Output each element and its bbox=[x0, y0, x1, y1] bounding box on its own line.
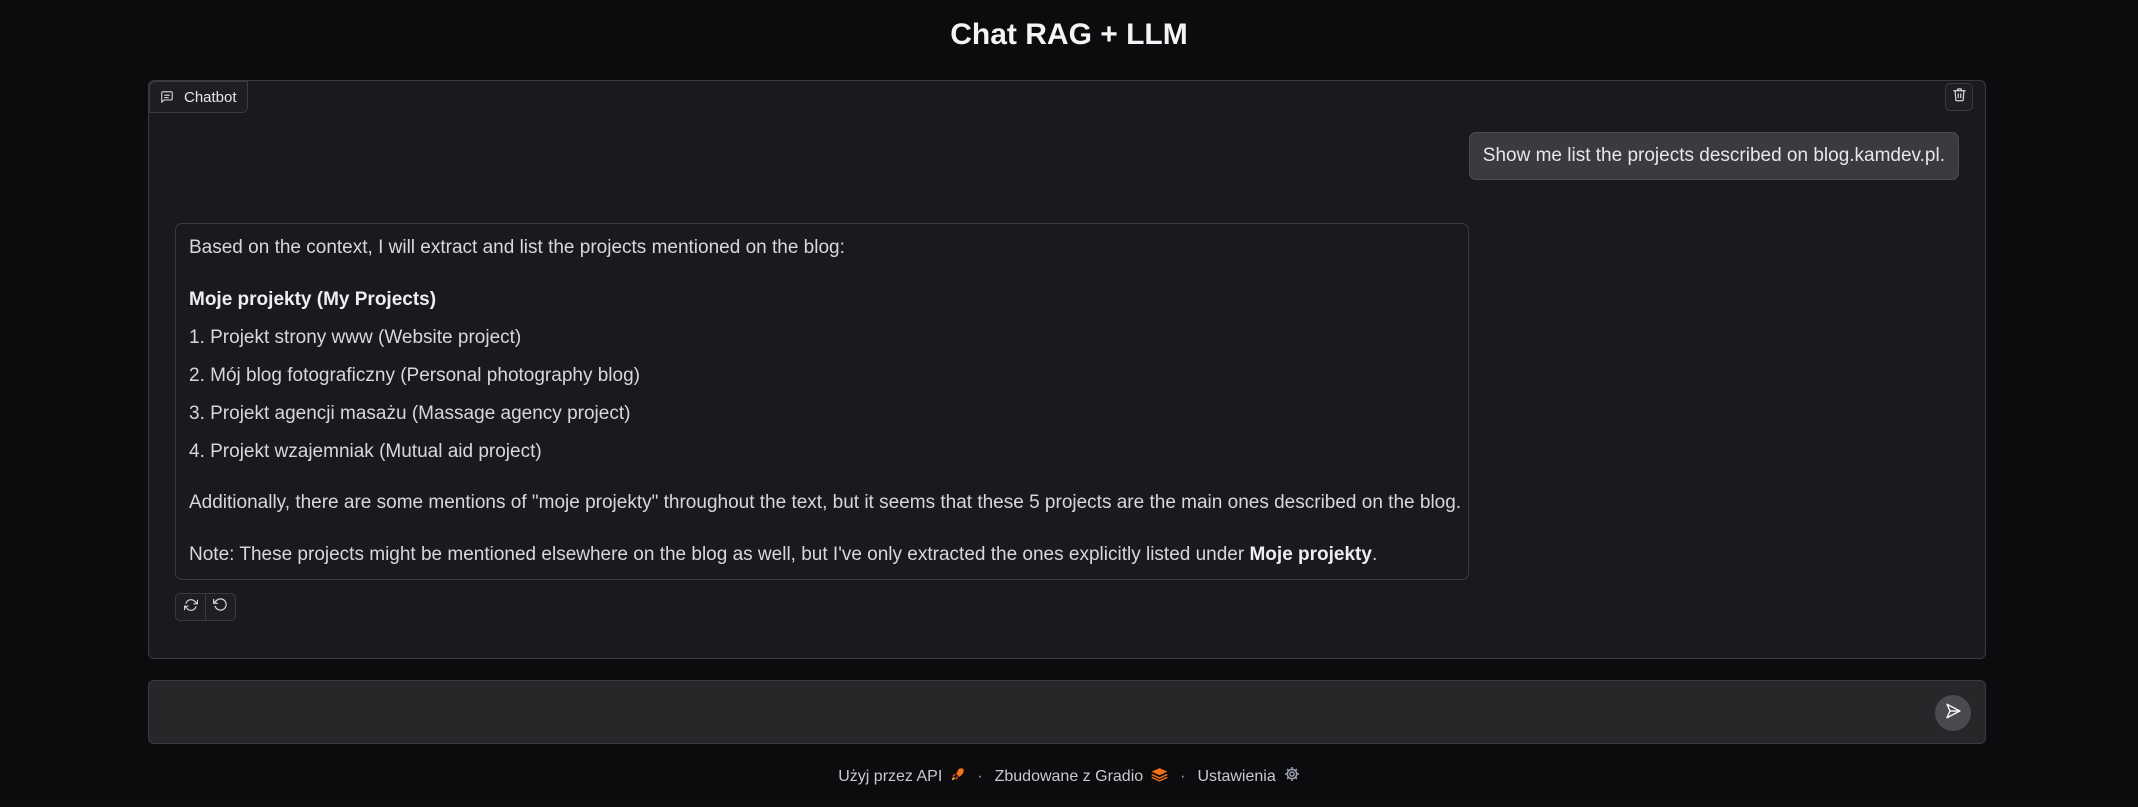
note-suffix: . bbox=[1371, 544, 1378, 565]
page-title: Chat RAG + LLM bbox=[950, 18, 1188, 51]
chatbot-label: Chatbot bbox=[149, 81, 248, 113]
retry-icon bbox=[183, 598, 198, 617]
message-input[interactable] bbox=[163, 693, 1907, 737]
chat-icon bbox=[160, 90, 174, 104]
built-with-gradio-link[interactable]: Zbudowane z Gradio bbox=[995, 767, 1169, 787]
list-item: 1. Projekt strony www (Website project) bbox=[189, 327, 522, 348]
note-text: Note: These projects might be mentioned … bbox=[189, 544, 1250, 565]
built-with-gradio-label: Zbudowane z Gradio bbox=[994, 767, 1144, 785]
message-actions bbox=[175, 593, 236, 621]
list-item: 4. Projekt wzajemniak (Mutual aid projec… bbox=[189, 441, 542, 462]
settings-link[interactable]: Ustawienia bbox=[1197, 766, 1299, 787]
settings-label: Ustawienia bbox=[1197, 767, 1276, 785]
footer-separator: · bbox=[977, 767, 983, 785]
undo-button[interactable] bbox=[205, 594, 235, 620]
list-item: 3. Projekt agencji masażu (Massage agenc… bbox=[189, 403, 631, 424]
note-bold: Moje projekty bbox=[1249, 544, 1372, 565]
send-icon bbox=[1944, 702, 1962, 725]
undo-icon bbox=[213, 597, 228, 617]
bot-message-intro: Based on the context, I will extract and… bbox=[189, 237, 845, 258]
use-via-api-link[interactable]: Użyj przez API bbox=[838, 767, 965, 787]
chatbot-panel: Chatbot Show me list the projects descri… bbox=[148, 80, 1986, 659]
user-message: Show me list the projects described on b… bbox=[1468, 132, 1959, 180]
footer: Użyj przez API · Zbudowane z Gradio · Us… bbox=[0, 766, 2138, 787]
chatbot-label-text: Chatbot bbox=[184, 88, 237, 106]
send-button[interactable] bbox=[1935, 695, 1971, 731]
list-item: 2. Mój blog fotograficzny (Personal phot… bbox=[189, 365, 640, 386]
gear-icon bbox=[1284, 766, 1300, 787]
retry-button[interactable] bbox=[176, 594, 205, 620]
footer-separator: · bbox=[1180, 767, 1186, 785]
clear-chat-button[interactable] bbox=[1945, 83, 1973, 111]
use-via-api-label: Użyj przez API bbox=[838, 767, 943, 785]
bot-message-additional: Additionally, there are some mentions of… bbox=[189, 492, 1462, 513]
gradio-logo-icon bbox=[1151, 767, 1168, 787]
bot-message-note: Note: These projects might be mentioned … bbox=[189, 542, 1377, 568]
message-input-box bbox=[148, 680, 1986, 744]
trash-icon bbox=[1952, 87, 1967, 107]
bot-message: Based on the context, I will extract and… bbox=[175, 223, 1469, 580]
rocket-icon bbox=[950, 767, 965, 787]
bot-message-heading: Moje projekty (My Projects) bbox=[189, 289, 437, 310]
